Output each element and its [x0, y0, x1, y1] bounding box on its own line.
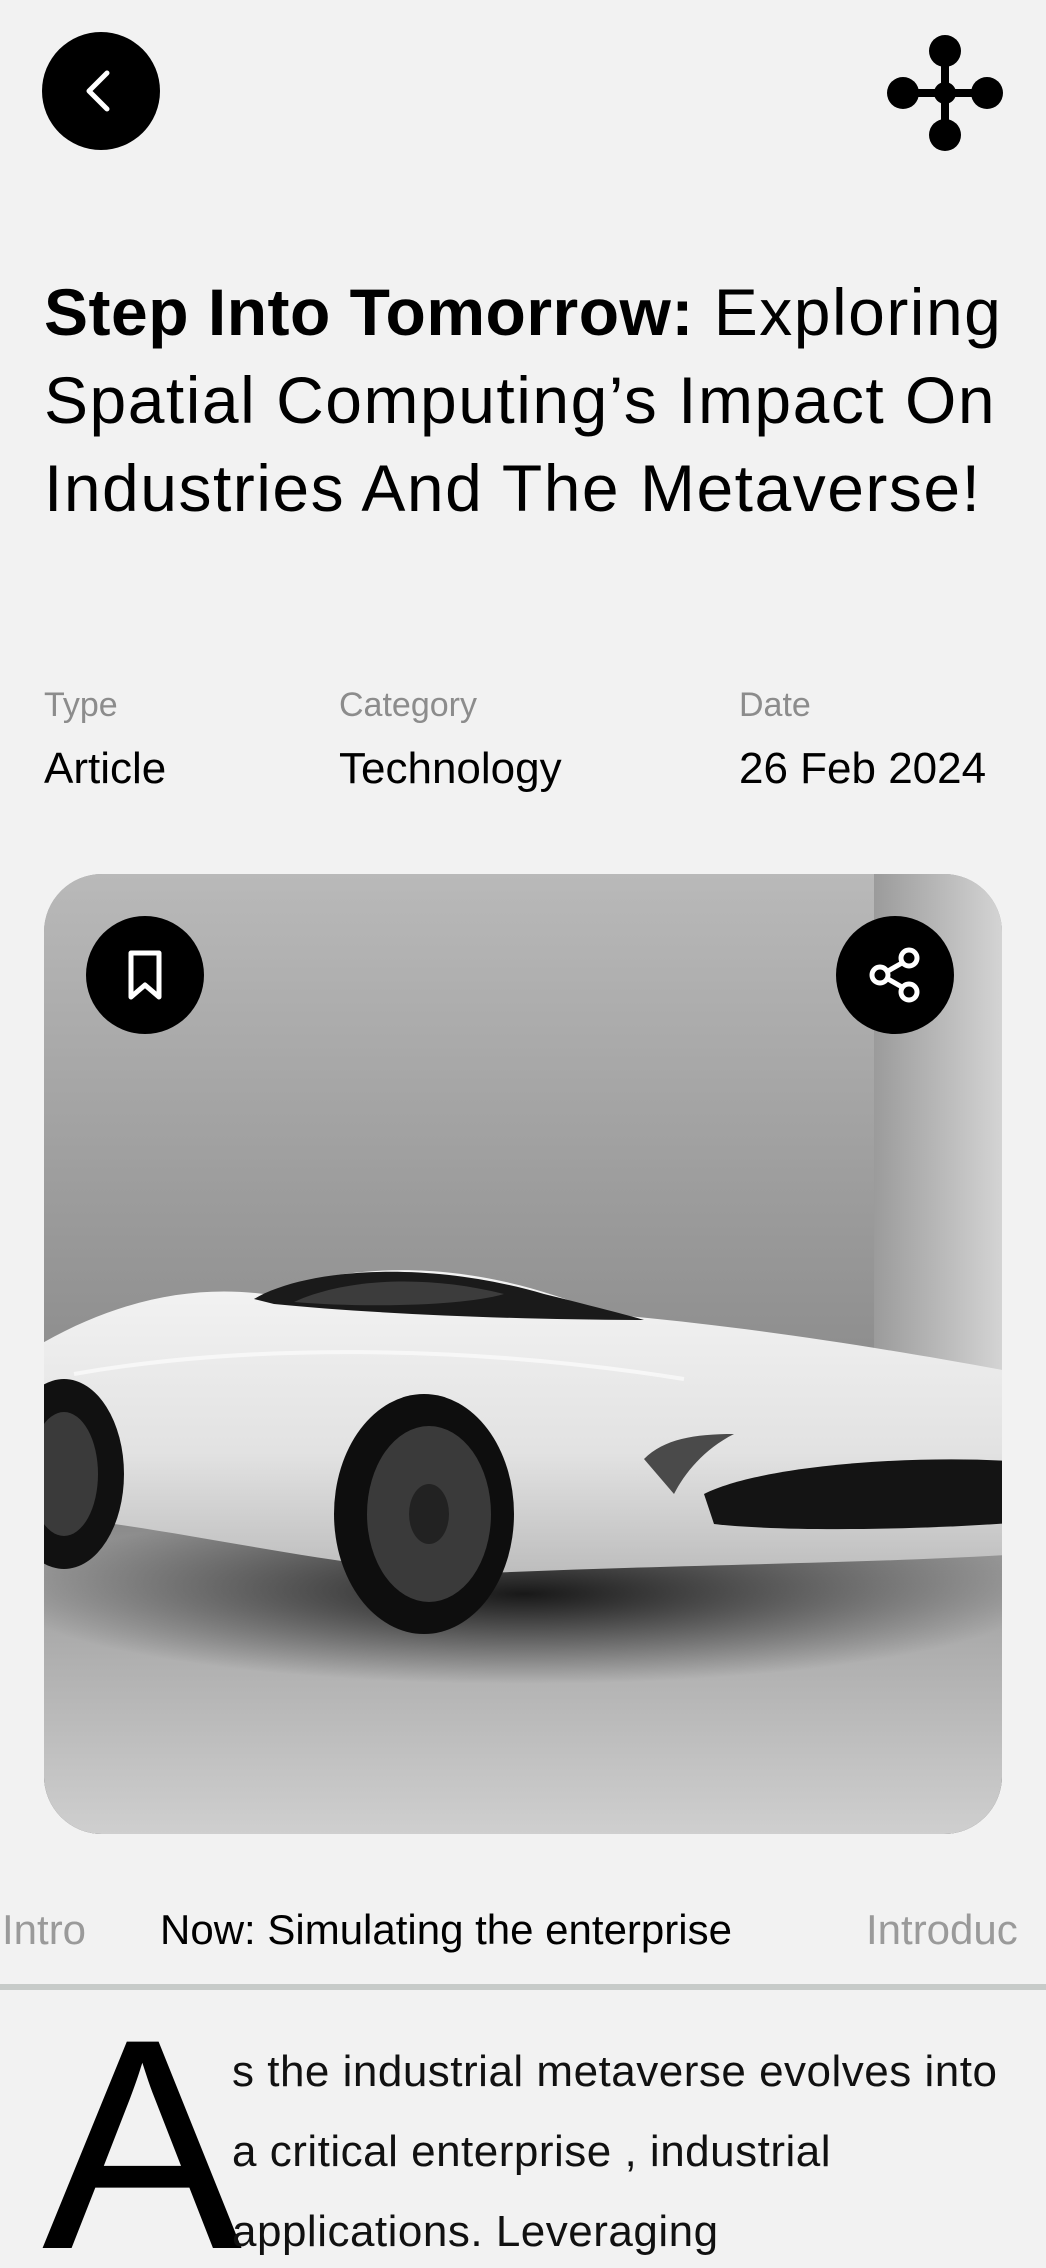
meta-category-value: Technology [339, 744, 562, 793]
title-bold: Step Into Tomorrow: [44, 275, 694, 349]
share-button[interactable] [836, 916, 954, 1034]
four-dot-cross-icon[interactable] [886, 34, 1004, 152]
section-tabs: Intro Now: Simulating the enterprise Int… [0, 1900, 1046, 1974]
back-button[interactable] [42, 32, 160, 150]
share-icon [869, 947, 920, 1003]
hero-image [44, 874, 1002, 1834]
meta-date-label: Date [739, 686, 811, 724]
article-body: s the industrial metaverse evolves into … [232, 2047, 998, 2256]
tab-now-simulating[interactable]: Now: Simulating the enterprise [160, 1906, 732, 1954]
meta-date-value: 26 Feb 2024 [739, 744, 987, 793]
tab-introduction[interactable]: Introduc [866, 1906, 1018, 1954]
chevron-left-icon [86, 70, 110, 112]
meta-type-label: Type [44, 686, 118, 724]
meta-category: Category Technology [339, 686, 562, 794]
tab-intro[interactable]: Intro [2, 1906, 86, 1954]
article-title: Step Into Tomorrow: Exploring Spatial Co… [44, 268, 1014, 532]
meta-category-label: Category [339, 686, 477, 724]
drop-cap: A [42, 1976, 243, 2268]
meta-type: Type Article [44, 686, 166, 794]
meta-type-value: Article [44, 744, 167, 793]
article-screen: Step Into Tomorrow: Exploring Spatial Co… [0, 0, 1046, 2268]
bookmark-button[interactable] [86, 916, 204, 1034]
bookmark-icon [128, 950, 162, 1000]
meta-date: Date 26 Feb 2024 [739, 686, 986, 794]
